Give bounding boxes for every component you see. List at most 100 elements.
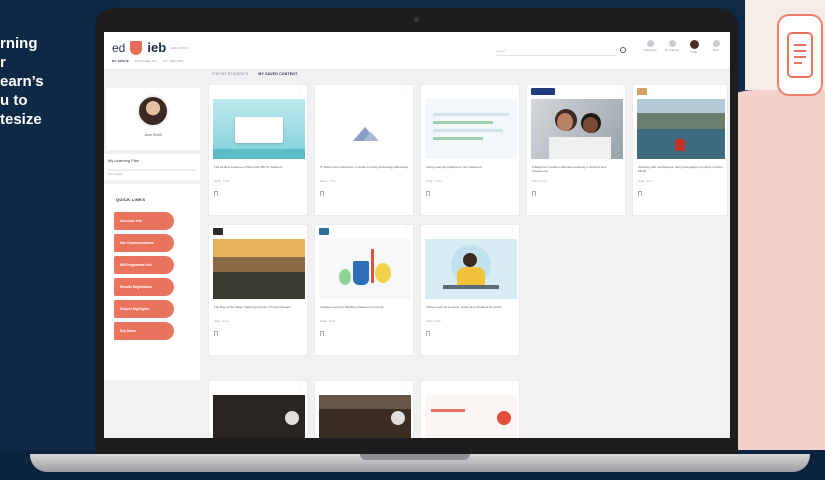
card-thumbnail (213, 395, 305, 438)
more-options-icon[interactable]: ⋮ (298, 88, 303, 93)
card-title: The 10 Best Features of Microsoft 365 fo… (214, 165, 283, 169)
more-options-icon[interactable]: ⋮ (718, 88, 723, 93)
camera-icon (414, 17, 419, 22)
quick-link-results-registration[interactable]: Results Registration (114, 278, 174, 296)
promo-line: r (0, 54, 6, 71)
more-options-icon[interactable]: ⋮ (404, 88, 409, 93)
avatar (689, 40, 699, 49)
laptop-screen: ed ieb EDUCATION MY SPACE EXPLORE ALL MY… (104, 32, 730, 438)
quick-links-list: Assessor Info Site Communications IEB Pr… (114, 212, 174, 340)
learning-icon (668, 40, 676, 47)
avatar[interactable] (137, 95, 169, 127)
content-card[interactable]: ⋮ A Beginner's Guide to Blended Learning… (526, 84, 626, 216)
bookmark-icon[interactable] (214, 331, 218, 336)
card-title: Online Learning at Home: Supporting Stud… (426, 305, 502, 309)
my-learning-label: My Learning (665, 49, 679, 52)
learning-plan-title: My Learning Plan (108, 158, 140, 163)
search-input[interactable]: Search (496, 46, 616, 56)
promo-text: rning r earn’s u to tesize (0, 34, 90, 129)
card-brand-icon (425, 228, 435, 235)
card-thumbnail (531, 99, 623, 159)
card-meta: Video · 8 min (426, 320, 441, 323)
promo-line: u to (0, 92, 28, 109)
more-options-icon[interactable]: ⋮ (510, 88, 515, 93)
card-thumbnail (637, 99, 725, 159)
tab-my-saved-content[interactable]: MY SAVED CONTENT (258, 72, 297, 76)
card-meta: Article · 4 min (426, 180, 442, 183)
card-title: Teaching with Landscapes: Using Geograph… (638, 165, 723, 173)
content-card[interactable]: ⋮ Using Learning Analytics in the Classr… (420, 84, 520, 216)
main-nav: MY SPACE EXPLORE ALL MY GROUPS (112, 59, 183, 63)
notifications-button[interactable]: Notifications (643, 40, 657, 54)
bookmark-icon[interactable] (214, 191, 218, 196)
more-options-icon[interactable]: ⋮ (510, 384, 515, 389)
content-card[interactable]: ⋮ Online Learning at Home: Supporting St… (420, 224, 520, 356)
card-thumbnail (213, 239, 305, 299)
card-brand-icon (531, 88, 555, 95)
card-brand-icon (213, 228, 223, 235)
bookmark-icon[interactable] (638, 191, 642, 196)
card-brand-icon (637, 88, 647, 95)
tab-my-groups[interactable]: MY GROUPS (163, 59, 183, 63)
notifications-icon (646, 40, 654, 47)
play-icon[interactable] (285, 411, 299, 425)
content-card[interactable]: ⋮ IT Skills in the Classroom: A Guide to… (314, 84, 414, 216)
menu-button[interactable]: Menu (710, 40, 722, 54)
content-card[interactable]: ⋮ (314, 380, 414, 438)
tab-explore-all[interactable]: EXPLORE ALL (135, 59, 157, 63)
card-brand-icon (425, 88, 435, 95)
sidebar: Jane Smith My Learning Plan 0% complete … (104, 82, 200, 438)
card-thumbnail (425, 395, 517, 438)
card-meta: Article · 7 min (320, 180, 336, 183)
app-header: ed ieb EDUCATION MY SPACE EXPLORE ALL MY… (104, 32, 730, 70)
learning-plan-card[interactable]: My Learning Plan 0% complete (104, 154, 200, 180)
content-card[interactable]: ⋮ (208, 380, 308, 438)
bookmark-icon[interactable] (426, 191, 430, 196)
more-options-icon[interactable]: ⋮ (404, 228, 409, 233)
my-learning-button[interactable]: My Learning (665, 40, 679, 54)
bookmark-icon[interactable] (320, 331, 324, 336)
tab-for-my-students[interactable]: FOR MY STUDENTS (212, 72, 248, 76)
card-meta: Video · 3 min (532, 180, 547, 183)
app-logo[interactable]: ed ieb EDUCATION (112, 40, 189, 55)
play-icon[interactable] (391, 411, 405, 425)
card-meta: Video · 4 min (638, 180, 653, 183)
profile-name: Jane Smith (144, 133, 162, 137)
more-options-icon[interactable]: ⋮ (616, 88, 621, 93)
tab-my-space[interactable]: MY SPACE (112, 59, 129, 63)
card-thumbnail (319, 395, 411, 438)
header-actions: Notifications My Learning Profile Menu (643, 40, 722, 54)
profile-button[interactable]: Profile (688, 40, 700, 54)
shield-icon (130, 40, 143, 55)
bookmark-icon[interactable] (426, 331, 430, 336)
search-icon[interactable] (620, 47, 626, 53)
quick-link-key-dates[interactable]: Key Dates (114, 322, 174, 340)
more-options-icon[interactable]: ⋮ (404, 384, 409, 389)
promo-line: tesize (0, 111, 42, 128)
more-options-icon[interactable]: ⋮ (298, 228, 303, 233)
content-card[interactable]: ⋮ (420, 380, 520, 438)
quick-link-assessor-info[interactable]: Assessor Info (114, 212, 174, 230)
more-options-icon[interactable]: ⋮ (298, 384, 303, 389)
quick-link-site-communications[interactable]: Site Communications (114, 234, 174, 252)
content-card[interactable]: ⋮ The 10 Best Features of Microsoft 365 … (208, 84, 308, 216)
bookmark-icon[interactable] (320, 191, 324, 196)
content-card[interactable]: ⋮ Teaching with Landscapes: Using Geogra… (632, 84, 728, 216)
promo-line: rning (0, 35, 38, 52)
card-title: A Beginner's Guide to Blended Learning i… (532, 165, 606, 173)
content-tabs: FOR MY STUDENTS MY SAVED CONTENT (212, 72, 297, 76)
quick-link-subject-highlights[interactable]: Subject Highlights (114, 300, 174, 318)
card-meta: Article · 5 min (320, 320, 336, 323)
learning-plan-meta: 0% complete (108, 173, 123, 176)
content-card[interactable]: ⋮ The Rise of the Wave: Teaching Physics… (208, 224, 308, 356)
more-options-icon[interactable]: ⋮ (510, 228, 515, 233)
content-card[interactable]: ⋮ Creative Learning: Building Classroom … (314, 224, 414, 356)
bookmark-icon[interactable] (532, 191, 536, 196)
play-icon[interactable] (497, 411, 511, 425)
card-thumbnail (213, 99, 305, 159)
quick-link-programme-info[interactable]: IEB Programme Info (114, 256, 174, 274)
card-thumbnail (425, 239, 517, 299)
logo-ieb-text: ieb (147, 40, 167, 55)
logo-ed-text: ed (112, 40, 126, 55)
card-brand-icon (319, 228, 329, 235)
